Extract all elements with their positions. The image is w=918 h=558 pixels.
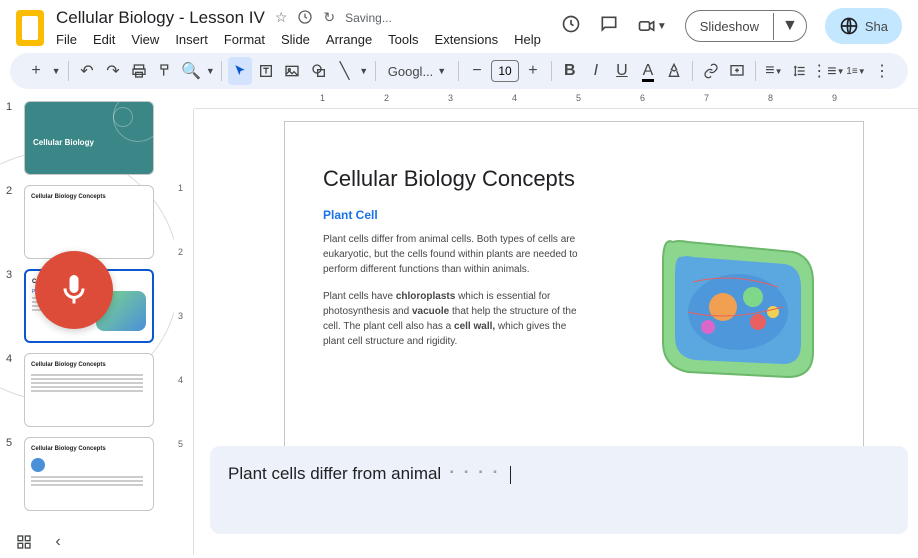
decrease-font[interactable]: − [465, 57, 489, 85]
menu-format[interactable]: Format [224, 32, 265, 47]
new-slide-dropdown[interactable]: ▼ [50, 57, 62, 85]
numbered-list-button[interactable]: 1≡▼ [844, 57, 868, 85]
slide-thumb-5[interactable]: Cellular Biology Concepts [24, 437, 154, 511]
comment-icon[interactable] [599, 14, 619, 39]
menu-arrange[interactable]: Arrange [326, 32, 372, 47]
grid-view-button[interactable] [14, 532, 34, 552]
menu-slide[interactable]: Slide [281, 32, 310, 47]
paint-format-button[interactable] [153, 57, 177, 85]
menu-edit[interactable]: Edit [93, 32, 115, 47]
ruler-vertical: 1 2 3 4 5 [174, 109, 194, 555]
star-icon[interactable]: ☆ [275, 9, 288, 28]
font-selector[interactable]: Googl...▼ [382, 64, 452, 79]
slide-thumb-4[interactable]: Cellular Biology Concepts [24, 353, 154, 427]
caption-text: Plant cells differ from animal [228, 464, 441, 483]
plant-cell-image[interactable] [633, 212, 833, 392]
menu-extensions[interactable]: Extensions [435, 32, 499, 47]
zoom-button[interactable]: 🔍 [179, 57, 203, 85]
slide-panel: 1 Cellular Biology 2 Cellular Biology Co… [0, 91, 174, 555]
slide-title[interactable]: Cellular Biology Concepts [323, 166, 825, 192]
underline-button[interactable]: U [610, 57, 634, 85]
line-dropdown[interactable]: ▼ [359, 57, 369, 85]
cloud-status-icon[interactable]: ↻ [323, 9, 335, 28]
undo-button[interactable]: ↶ [75, 57, 99, 85]
caption-cursor [510, 466, 511, 484]
zoom-dropdown[interactable]: ▼ [205, 57, 215, 85]
ruler-horizontal: 1 2 3 4 5 6 7 8 9 [194, 91, 918, 109]
print-button[interactable] [127, 57, 151, 85]
header: Cellular Biology - Lesson IV ☆ ↻ Saving.… [0, 0, 918, 51]
slides-logo[interactable] [16, 10, 44, 46]
save-status: Saving... [345, 11, 392, 25]
caption-pending: ⠂⠂⠂⠂ [441, 464, 506, 483]
move-icon[interactable] [297, 9, 313, 28]
toolbar: + ▼ ↶ ↷ 🔍 ▼ ╲ ▼ Googl...▼ − 10 + B I U A… [10, 53, 908, 89]
image-tool[interactable] [280, 57, 304, 85]
line-tool[interactable]: ╲ [333, 57, 357, 85]
slide-paragraph-2[interactable]: Plant cells have chloroplasts which is e… [323, 289, 583, 349]
menu-view[interactable]: View [131, 32, 159, 47]
increase-font[interactable]: + [521, 57, 545, 85]
slide-canvas[interactable]: Cellular Biology Concepts Plant Cell Pla… [284, 121, 864, 451]
history-icon[interactable] [561, 14, 581, 39]
bold-button[interactable]: B [558, 57, 582, 85]
slide-thumb-2[interactable]: Cellular Biology Concepts [24, 185, 154, 259]
add-comment-button[interactable] [725, 57, 749, 85]
menu-insert[interactable]: Insert [175, 32, 208, 47]
more-button[interactable]: ⋮ [870, 57, 894, 85]
text-color-button[interactable]: A [636, 57, 660, 85]
slideshow-dropdown[interactable]: ▼ [774, 11, 806, 41]
menu-tools[interactable]: Tools [388, 32, 418, 47]
doc-title[interactable]: Cellular Biology - Lesson IV [56, 8, 265, 28]
font-size-input[interactable]: 10 [491, 60, 519, 82]
slide-thumb-1[interactable]: Cellular Biology [24, 101, 154, 175]
collapse-panel-button[interactable]: ‹ [48, 532, 68, 552]
menu-bar: File Edit View Insert Format Slide Arran… [56, 32, 549, 47]
video-icon[interactable]: ▼ [637, 16, 667, 36]
link-button[interactable] [699, 57, 723, 85]
bullet-list-button[interactable]: ⋮≡▼ [814, 57, 842, 85]
redo-button[interactable]: ↷ [101, 57, 125, 85]
slide-paragraph-1[interactable]: Plant cells differ from animal cells. Bo… [323, 232, 583, 277]
voice-caption-bar: Plant cells differ from animal ⠂⠂⠂⠂ [210, 446, 908, 534]
slideshow-button[interactable]: Slideshow ▼ [685, 10, 807, 42]
voice-typing-button[interactable] [35, 251, 113, 329]
shape-tool[interactable] [306, 57, 330, 85]
new-slide-button[interactable]: + [24, 57, 48, 85]
menu-file[interactable]: File [56, 32, 77, 47]
share-button[interactable]: Sha [825, 8, 902, 44]
bottom-bar: ‹ [14, 532, 68, 552]
textbox-tool[interactable] [254, 57, 278, 85]
select-tool[interactable] [228, 57, 252, 85]
italic-button[interactable]: I [584, 57, 608, 85]
align-button[interactable]: ≡▼ [762, 57, 786, 85]
highlight-button[interactable] [662, 57, 686, 85]
menu-help[interactable]: Help [514, 32, 541, 47]
line-spacing-button[interactable] [788, 57, 812, 85]
